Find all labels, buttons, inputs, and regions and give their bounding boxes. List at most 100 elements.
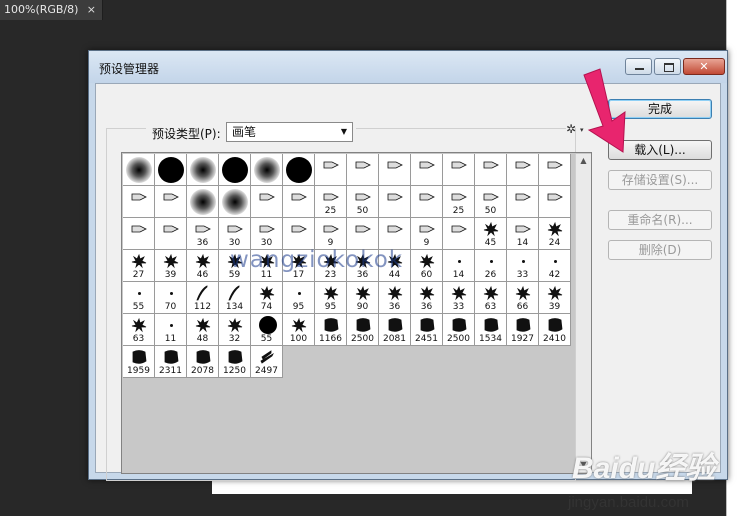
- brush-preset-cell[interactable]: [507, 154, 539, 186]
- preset-type-select[interactable]: 画笔 ▼: [226, 122, 353, 142]
- brush-list-scrollbar[interactable]: ▲ ▼: [575, 154, 591, 472]
- brush-preset-cell[interactable]: 46: [187, 250, 219, 282]
- brush-preset-cell[interactable]: 74: [251, 282, 283, 314]
- brush-preset-cell[interactable]: 36: [187, 218, 219, 250]
- brush-preset-cell[interactable]: [347, 218, 379, 250]
- done-button[interactable]: 完成: [608, 99, 712, 119]
- dialog-titlebar[interactable]: 预设管理器 ✕: [89, 51, 727, 83]
- brush-preset-cell[interactable]: [123, 218, 155, 250]
- document-tab[interactable]: 100%(RGB/8) ×: [0, 0, 103, 20]
- brush-preset-cell[interactable]: [379, 154, 411, 186]
- brush-preset-cell[interactable]: 24: [539, 218, 571, 250]
- brush-preset-cell[interactable]: 66: [507, 282, 539, 314]
- brush-preset-cell[interactable]: 39: [539, 282, 571, 314]
- brush-preset-cell[interactable]: [251, 154, 283, 186]
- brush-preset-cell[interactable]: [187, 154, 219, 186]
- brush-preset-cell[interactable]: 1534: [475, 314, 507, 346]
- brush-preset-cell[interactable]: 60: [411, 250, 443, 282]
- brush-preset-cell[interactable]: 2078: [187, 346, 219, 378]
- brush-preset-cell[interactable]: [283, 218, 315, 250]
- brush-preset-cell[interactable]: [411, 186, 443, 218]
- brush-preset-cell[interactable]: 1927: [507, 314, 539, 346]
- brush-preset-cell[interactable]: [155, 186, 187, 218]
- brush-preset-cell[interactable]: 30: [251, 218, 283, 250]
- close-button[interactable]: ✕: [683, 58, 725, 75]
- brush-preset-cell[interactable]: [507, 186, 539, 218]
- brush-preset-cell[interactable]: 25: [315, 186, 347, 218]
- brush-preset-cell[interactable]: 39: [155, 250, 187, 282]
- brush-preset-cell[interactable]: 25: [443, 186, 475, 218]
- brush-preset-cell[interactable]: 14: [443, 250, 475, 282]
- brush-preset-cell[interactable]: [187, 186, 219, 218]
- brush-preset-cell[interactable]: 11: [155, 314, 187, 346]
- brush-preset-cell[interactable]: 55: [123, 282, 155, 314]
- brush-preset-cell[interactable]: 33: [443, 282, 475, 314]
- brush-preset-cell[interactable]: 55: [251, 314, 283, 346]
- brush-preset-cell[interactable]: [219, 186, 251, 218]
- save-set-button[interactable]: 存储设置(S)...: [608, 170, 712, 190]
- brush-preset-cell[interactable]: 2311: [155, 346, 187, 378]
- brush-preset-cell[interactable]: [219, 154, 251, 186]
- brush-preset-cell[interactable]: [539, 154, 571, 186]
- scroll-up-icon[interactable]: ▲: [576, 154, 591, 168]
- maximize-button[interactable]: [654, 58, 681, 75]
- brush-preset-cell[interactable]: [315, 154, 347, 186]
- brush-preset-cell[interactable]: 100: [283, 314, 315, 346]
- brush-preset-cell[interactable]: 1959: [123, 346, 155, 378]
- brush-preset-cell[interactable]: 112: [187, 282, 219, 314]
- brush-preset-cell[interactable]: 70: [155, 282, 187, 314]
- brush-preset-cell[interactable]: 27: [123, 250, 155, 282]
- brush-preset-cell[interactable]: 2500: [347, 314, 379, 346]
- brush-preset-cell[interactable]: [155, 218, 187, 250]
- rename-button[interactable]: 重命名(R)...: [608, 210, 712, 230]
- brush-preset-cell[interactable]: 1250: [219, 346, 251, 378]
- load-button[interactable]: 载入(L)...: [608, 140, 712, 160]
- brush-preset-cell[interactable]: [411, 154, 443, 186]
- brush-preset-cell[interactable]: [123, 154, 155, 186]
- brush-preset-cell[interactable]: 33: [507, 250, 539, 282]
- brush-preset-cell[interactable]: [379, 186, 411, 218]
- brush-preset-cell[interactable]: 36: [411, 282, 443, 314]
- brush-preset-cell[interactable]: [443, 154, 475, 186]
- brush-preset-cell[interactable]: [379, 218, 411, 250]
- brush-preset-cell[interactable]: 42: [539, 250, 571, 282]
- brush-preset-cell[interactable]: 63: [123, 314, 155, 346]
- brush-preset-cell[interactable]: [539, 186, 571, 218]
- brush-preset-cell[interactable]: 2410: [539, 314, 571, 346]
- brush-preset-cell[interactable]: 50: [347, 186, 379, 218]
- brush-preset-cell[interactable]: 90: [347, 282, 379, 314]
- brush-preset-cell[interactable]: 95: [315, 282, 347, 314]
- brush-preset-cell[interactable]: 48: [187, 314, 219, 346]
- brush-preset-cell[interactable]: 32: [219, 314, 251, 346]
- brush-preset-cell[interactable]: 26: [475, 250, 507, 282]
- brush-preset-cell[interactable]: 9: [315, 218, 347, 250]
- brush-preset-cell[interactable]: 2451: [411, 314, 443, 346]
- brush-preset-cell[interactable]: 30: [219, 218, 251, 250]
- brush-preset-cell[interactable]: [475, 154, 507, 186]
- brush-preset-cell[interactable]: 2500: [443, 314, 475, 346]
- brush-preset-cell[interactable]: [123, 186, 155, 218]
- brush-preset-cell[interactable]: 1166: [315, 314, 347, 346]
- brush-preset-cell[interactable]: 2497: [251, 346, 283, 378]
- delete-button[interactable]: 删除(D): [608, 240, 712, 260]
- brush-preset-cell[interactable]: 9: [411, 218, 443, 250]
- screenshot-edge: [726, 0, 741, 528]
- brush-preset-cell[interactable]: 63: [475, 282, 507, 314]
- brush-preset-cell[interactable]: [283, 154, 315, 186]
- brush-preset-list[interactable]: 25 50 25 50 36 30 30 9 9 45 14 24 27 39 46 59 11 17 23 36 44…: [121, 152, 592, 474]
- brush-preset-cell[interactable]: [347, 154, 379, 186]
- gear-icon[interactable]: ✲: [566, 122, 576, 136]
- brush-preset-cell[interactable]: 50: [475, 186, 507, 218]
- brush-preset-cell[interactable]: [251, 186, 283, 218]
- brush-preset-cell[interactable]: 2081: [379, 314, 411, 346]
- brush-preset-cell[interactable]: 14: [507, 218, 539, 250]
- brush-preset-cell[interactable]: [283, 186, 315, 218]
- brush-preset-cell[interactable]: 95: [283, 282, 315, 314]
- brush-preset-cell[interactable]: [443, 218, 475, 250]
- brush-preset-cell[interactable]: 36: [379, 282, 411, 314]
- brush-preset-cell[interactable]: 45: [475, 218, 507, 250]
- brush-preset-cell[interactable]: [155, 154, 187, 186]
- document-tab-close-icon[interactable]: ×: [87, 0, 96, 20]
- minimize-button[interactable]: [625, 58, 652, 75]
- brush-preset-cell[interactable]: 134: [219, 282, 251, 314]
